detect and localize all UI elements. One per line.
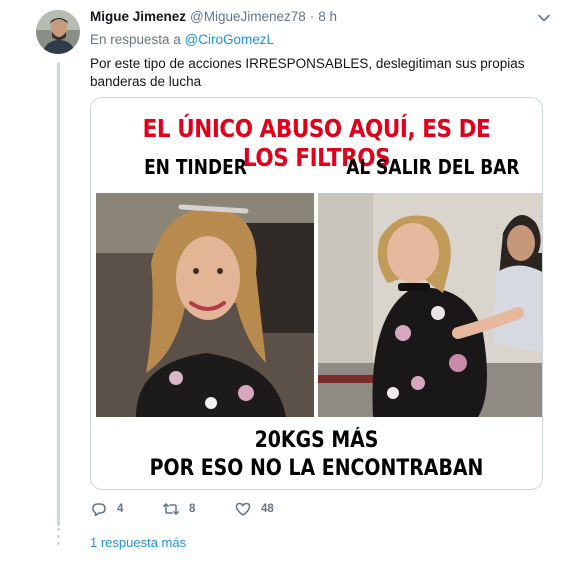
chevron-down-icon[interactable] [537, 11, 551, 25]
handle[interactable]: @MigueJimenez78 [190, 9, 306, 24]
timestamp[interactable]: 8 h [318, 9, 337, 24]
tweet-header: Migue Jimenez @MigueJimenez78 · 8 h [90, 9, 542, 27]
like-count: 48 [261, 503, 274, 515]
thread-continuation-dots [55, 528, 62, 545]
more-replies-link[interactable]: 1 respuesta más [90, 535, 186, 550]
meme-bottom-line-1: 20KGS MÁS [254, 428, 379, 453]
reply-to-link[interactable]: @CiroGomezL [185, 32, 274, 47]
reply-prefix: En respuesta a [90, 32, 181, 47]
retweet-button[interactable]: 8 [162, 500, 195, 518]
tweet-text: Por este tipo de acciones IRRESPONSABLES… [90, 56, 525, 89]
thread-line [57, 62, 60, 526]
retweet-count: 8 [189, 503, 196, 515]
reply-button[interactable]: 4 [90, 500, 123, 518]
tweet-media[interactable]: EL ÚNICO ABUSO AQUÍ, ES DE LOS FILTROS E… [90, 97, 543, 490]
avatar-image [36, 10, 80, 54]
separator-dot: · [309, 9, 315, 24]
left-photo [96, 193, 314, 417]
reply-icon [92, 503, 106, 517]
retweet-icon [163, 503, 179, 515]
display-name[interactable]: Migue Jimenez [90, 9, 186, 24]
reply-count: 4 [117, 503, 124, 515]
heart-icon [235, 502, 251, 516]
reply-context: En respuesta a @CiroGomezL [90, 32, 542, 49]
avatar[interactable] [36, 10, 80, 54]
meme-bottom-line-2: POR ESO NO LA ENCONTRABAN [149, 456, 484, 481]
right-photo [318, 193, 542, 417]
tweet-actions: 4 8 48 [90, 500, 390, 520]
meme-right-caption: AL SALIR DEL BAR [346, 155, 520, 179]
tweet: Migue Jimenez @MigueJimenez78 · 8 h En r… [90, 9, 550, 91]
meme-left-caption: EN TINDER [144, 155, 247, 179]
like-button[interactable]: 48 [234, 500, 274, 518]
